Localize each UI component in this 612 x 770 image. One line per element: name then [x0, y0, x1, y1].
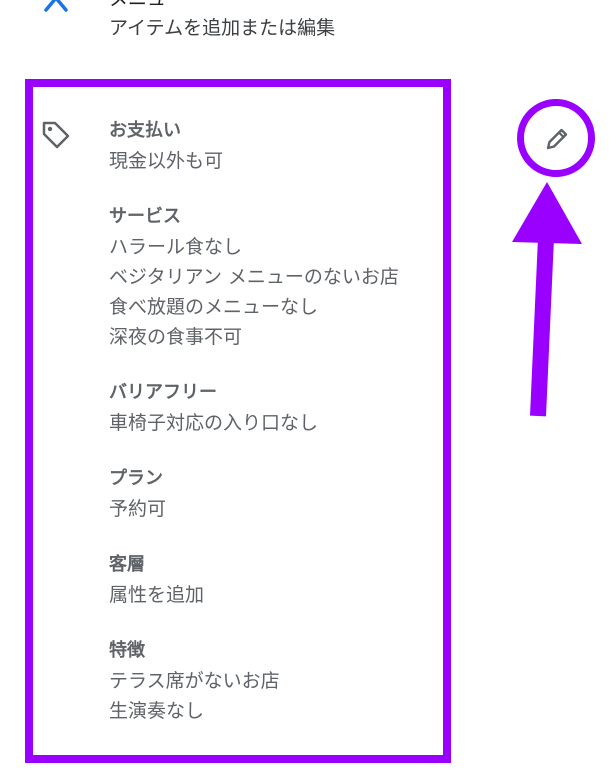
section-title: お支払い [109, 120, 181, 141]
menu-subtitle[interactable]: アイテムを追加または編集 [109, 16, 335, 40]
section-item: テラス席がないお店 [109, 670, 280, 692]
add-attribute-link[interactable]: 属性を追加 [109, 580, 439, 610]
menu-close-icon [40, 0, 72, 18]
section-title: 特徴 [109, 640, 145, 661]
section-item: ベジタリアン メニューのないお店 [109, 266, 399, 288]
pencil-icon [546, 128, 568, 150]
section-item: 生演奏なし [109, 700, 205, 722]
edit-attributes-button[interactable] [517, 99, 595, 177]
section-accessibility: バリアフリー 車椅子対応の入り口なし [109, 378, 439, 438]
section-item: 予約可 [109, 498, 167, 520]
menu-title: メニュー [109, 0, 185, 10]
annotation-arrow [512, 182, 582, 417]
section-title: プラン [109, 468, 163, 489]
section-clientele: 客層 属性を追加 [109, 550, 439, 610]
section-service: サービス ハラール食なし ベジタリアン メニューのないお店 食べ放題のメニューな… [109, 202, 439, 352]
section-title: 客層 [109, 554, 145, 575]
section-item: 車椅子対応の入り口なし [109, 412, 319, 434]
tag-icon [40, 119, 72, 151]
section-plan: プラン 予約可 [109, 464, 439, 524]
section-item: ハラール食なし [109, 236, 243, 258]
section-title: バリアフリー [109, 382, 217, 403]
place-attributes-panel: メニュー アイテムを追加または編集 お支払い 現金以外も可 サービス ハラール食… [0, 0, 612, 770]
section-title: サービス [109, 206, 181, 227]
section-payment: お支払い 現金以外も可 [109, 116, 439, 176]
section-features: 特徴 テラス席がないお店 生演奏なし [109, 636, 439, 726]
attribute-list: お支払い 現金以外も可 サービス ハラール食なし ベジタリアン メニューのないお… [109, 116, 439, 752]
section-item: 深夜の食事不可 [109, 326, 243, 348]
section-item: 食べ放題のメニューなし [109, 296, 319, 318]
section-item: 現金以外も可 [109, 150, 224, 172]
menu-row[interactable]: メニュー アイテムを追加または編集 [0, 0, 612, 46]
